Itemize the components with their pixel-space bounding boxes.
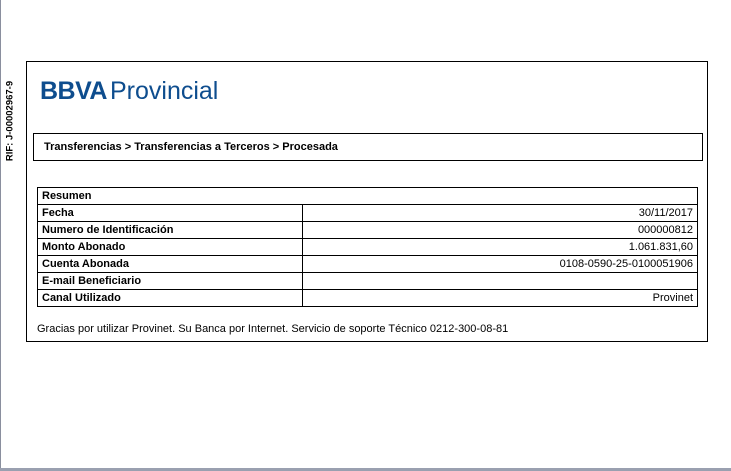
row-label-email: E-mail Beneficiario bbox=[37, 272, 303, 290]
row-value-fecha: 30/11/2017 bbox=[302, 204, 698, 222]
row-value-canal: Provinet bbox=[302, 289, 698, 307]
row-label-canal: Canal Utilizado bbox=[37, 289, 303, 307]
table-row: Monto Abonado 1.061.831,60 bbox=[37, 238, 698, 256]
row-label-cuenta: Cuenta Abonada bbox=[37, 255, 303, 273]
row-label-monto: Monto Abonado bbox=[37, 238, 303, 256]
logo-provincial-text: Provincial bbox=[109, 77, 219, 105]
table-row: Numero de Identificación 000000812 bbox=[37, 221, 698, 239]
row-value-cuenta: 0108-0590-25-0100051906 bbox=[302, 255, 698, 273]
summary-table: Resumen Fecha 30/11/2017 Numero de Ident… bbox=[37, 187, 698, 307]
rif-text: RIF: J-00002967-9 bbox=[4, 80, 16, 162]
row-label-identificacion: Numero de Identificación bbox=[37, 221, 303, 239]
table-row: E-mail Beneficiario bbox=[37, 272, 698, 290]
footer-note: Gracias por utilizar Provinet. Su Banca … bbox=[37, 323, 509, 335]
table-row: Fecha 30/11/2017 bbox=[37, 204, 698, 222]
left-border bbox=[0, 0, 1, 471]
breadcrumb: Transferencias > Transferencias a Tercer… bbox=[33, 133, 703, 161]
row-value-identificacion: 000000812 bbox=[302, 221, 698, 239]
row-value-email bbox=[302, 272, 698, 290]
rif-label: RIF: J-00002967-9 bbox=[2, 81, 18, 161]
logo-bbva-text: BBVA bbox=[40, 77, 107, 105]
summary-header-row: Resumen bbox=[37, 187, 698, 205]
summary-title: Resumen bbox=[37, 187, 698, 205]
bbva-provincial-logo: BBVA Provincial bbox=[40, 77, 218, 105]
table-row: Canal Utilizado Provinet bbox=[37, 289, 698, 307]
table-row: Cuenta Abonada 0108-0590-25-0100051906 bbox=[37, 255, 698, 273]
row-label-fecha: Fecha bbox=[37, 204, 303, 222]
row-value-monto: 1.061.831,60 bbox=[302, 238, 698, 256]
